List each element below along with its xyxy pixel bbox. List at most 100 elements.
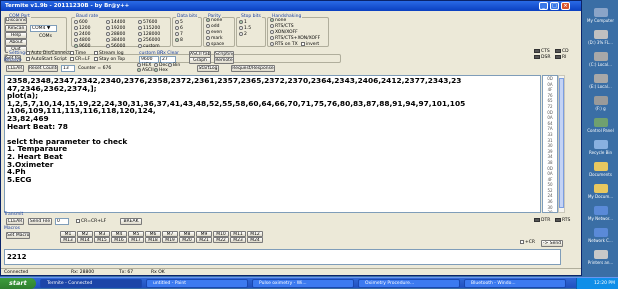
macro-button-m19[interactable]: M19 [162,237,178,243]
desktop-icon-my-computer[interactable]: My Computer [583,8,618,23]
rescan-button[interactable]: ReScan [5,25,27,32]
desktop-icon-printers-an-[interactable]: Printers an... [583,250,618,265]
desktop-icons: My Computer (D:) 3% FL... (C:) Local... (E:… [583,0,618,276]
cd-indicator [555,49,561,53]
rx-clear-field[interactable]: 27 [160,56,176,63]
macro-button-m17[interactable]: M17 [128,237,144,243]
bin-radio[interactable]: Bin [168,63,180,69]
status-rx: Rx: 28800 [71,270,95,275]
counter-step-field[interactable]: 13 [61,65,75,72]
desktop-item-icon [593,52,608,61]
macro-button-m14[interactable]: M14 [77,237,93,243]
handshaking-invert-checkbox[interactable]: invert [301,42,319,48]
desktop-icon-my-networ-[interactable]: My Networ... [583,206,618,221]
minimize-button[interactable]: _ [539,2,548,10]
transmit-clear-button[interactable]: CLEAR [6,218,24,225]
receive-scrollbar[interactable] [558,75,565,213]
dsr-led: DSR [534,55,550,61]
taskbar-item[interactable]: Oximetry Procedure... [358,279,460,288]
macro-button-m13[interactable]: M13 [60,237,76,243]
desktop-item-icon [593,184,608,193]
handshaking-option-rts-on-tx[interactable]: RTS on TX [270,42,298,48]
send-file-button[interactable]: Send File [28,218,52,225]
taskbar-item[interactable]: untitled - Paint [146,279,248,288]
request-response-button[interactable]: Request/Response [231,65,275,72]
com-port-select[interactable]: COM4 ▼ [30,25,57,32]
desktop-icon-my-docum-[interactable]: My Docum... [583,184,618,199]
baud-option-56000[interactable]: 56000 [106,44,125,50]
macro-button-m22[interactable]: M22 [213,237,229,243]
desktop-icon-network-c-[interactable]: Network C... [583,228,618,243]
macro-button-m18[interactable]: M18 [145,237,161,243]
clock: 12:20 PM [594,281,615,286]
desktop-icon-recycle-bin[interactable]: Recycle Bin [583,140,618,155]
ri-indicator [555,55,561,59]
stop_bits-option-2[interactable]: 2 [239,32,247,38]
start-log-button[interactable]: StartLog [197,65,219,72]
ascii-radio[interactable]: ASCII [137,68,154,74]
receive-clear-button[interactable]: CLEAR [6,65,24,72]
hex-column: 0D 0A 4F 76 65 72 0D 0A 64 7A 33 31 30 39 34 38 0D 0A 4F 50… [542,75,558,213]
cr-crlf-checkbox[interactable]: CR=CR+LF [76,219,106,225]
close-button[interactable]: × [561,2,570,10]
desktop-icon--d-3-fl-[interactable]: (D:) 3% FL... [583,30,618,45]
autostart-script-checkbox[interactable]: AutoStart Script [26,57,67,63]
desktop-item-icon [593,140,608,149]
cr-lf-checkbox[interactable]: CR=LF [70,57,90,63]
help-button[interactable]: Help [5,32,27,39]
hex-byte: 30 [547,210,553,213]
taskbar-item[interactable]: Bluetooth - Windo... [464,279,566,288]
break-button[interactable]: BREAK [120,218,142,225]
macro-button-m24[interactable]: M24 [247,237,263,243]
desktop-icon-control-panel[interactable]: Control Panel [583,118,618,133]
file-step-field[interactable]: 0 [55,218,69,225]
baud-option-custom[interactable]: custom [138,44,160,50]
desktop-icon--e-local-[interactable]: (E:) Local... [583,74,618,89]
scroll-thumb[interactable] [559,78,564,208]
taskbar-item[interactable]: Termite - Connected [40,279,142,288]
dsr-indicator [534,55,540,59]
receive-terminal[interactable]: 2358,2348,2347,2342,2340,2376,2358,2372,… [4,75,541,213]
desktop-item-icon [593,228,608,237]
macro-button-m21[interactable]: M21 [196,237,212,243]
title-bar[interactable]: Termite v1.9b - 20111230B - by Br@y++ _ … [1,1,581,11]
macro-button-m23[interactable]: M23 [230,237,246,243]
send-button[interactable]: -> Send [541,240,563,247]
desktop-icon-documents[interactable]: Documents [583,162,618,177]
reset-counter-button[interactable]: Reset Counter [28,65,58,72]
stay-on-top-checkbox[interactable]: Stay on Top [94,57,125,63]
hex-display-radio[interactable]: Hex [154,68,168,74]
about-button[interactable]: About [5,39,27,46]
remote-button[interactable]: Remote [214,57,234,64]
desktop-icon--c-local-[interactable]: (C:) Local... [583,52,618,67]
ri-led: RI [555,55,566,61]
stop-bits-caption: Stop bits [240,14,262,19]
graph-button[interactable]: Graph [189,57,211,64]
macro-button-m16[interactable]: M16 [111,237,127,243]
maximize-button[interactable]: □ [550,2,559,10]
custom-br-field[interactable]: 9600 [139,56,159,63]
desktop-icon--f-g[interactable]: (F:) g [583,96,618,111]
desktop-item-icon [593,96,608,105]
desktop-item-icon [593,250,608,259]
set-macros-button[interactable]: Set Macros [6,232,30,239]
data_bits-option-8[interactable]: 8 [175,38,183,44]
cts-indicator [534,49,540,53]
cr-checkbox[interactable]: +CR [520,240,535,246]
disconnect-button[interactable]: Disconnect [5,17,27,24]
parity-option-space[interactable]: space [206,42,224,48]
start-button[interactable]: start [0,278,36,289]
termite-window: Termite v1.9b - 20111230B - by Br@y++ _ … [0,0,582,276]
taskbar-item[interactable]: Pulse oximetry - Wi... [252,279,354,288]
system-tray: 12:20 PM [576,278,618,289]
data-bits-caption: Data bits [176,14,199,19]
transmit-input[interactable]: 2212 [4,249,561,265]
status-tx: Tx: 67 [119,270,134,275]
dtr-led: DTR [534,218,550,224]
rts-indicator [555,218,561,222]
macro-button-m20[interactable]: M20 [179,237,195,243]
desktop-item-icon [593,162,608,171]
baud-option-9600[interactable]: 9600 [74,44,90,50]
macro-button-m15[interactable]: M15 [94,237,110,243]
status-connected: Connected [4,270,29,275]
